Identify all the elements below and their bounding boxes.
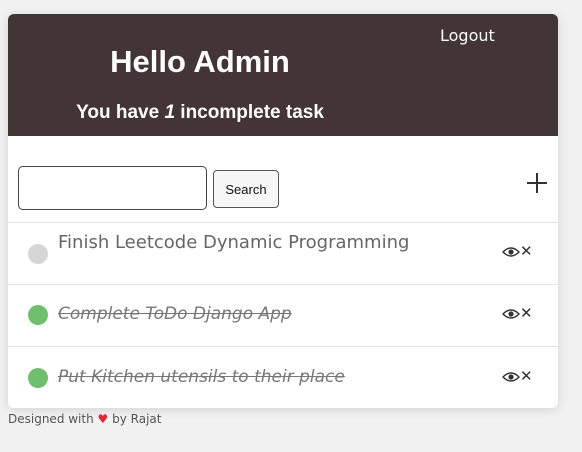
task-title: Put Kitchen utensils to their place [58,367,345,387]
task-title: Finish Leetcode Dynamic Programming [58,232,410,253]
eye-icon[interactable] [502,308,520,320]
incomplete-summary: You have 1 incomplete task [8,102,392,124]
summary-prefix: You have [76,102,160,123]
todo-card: Logout Hello Admin You have 1 incomplete… [8,14,558,408]
greeting-heading: Hello Admin [110,44,290,79]
close-icon[interactable]: ✕ [520,369,534,384]
task-row: Put Kitchen utensils to their place ✕ [8,347,558,408]
incomplete-count: 1 [164,102,176,123]
search-button[interactable]: Search [213,170,279,208]
task-row: Finish Leetcode Dynamic Programming ✕ [8,222,558,285]
heart-icon: ♥ [97,412,109,426]
header: Logout Hello Admin You have 1 incomplete… [8,14,558,136]
plus-icon[interactable] [524,170,550,196]
logout-link[interactable]: Logout [440,26,495,45]
summary-suffix: incomplete task [180,102,324,123]
eye-icon[interactable] [502,246,520,258]
status-toggle-incomplete[interactable] [28,244,48,264]
footer-prefix: Designed with [8,412,94,426]
task-title: Complete ToDo Django App [58,304,292,324]
status-toggle-complete[interactable] [28,368,48,388]
footer: Designed with ♥ by Rajat [8,412,162,426]
task-row: Complete ToDo Django App ✕ [8,284,558,347]
toolbar: Search [8,136,558,223]
search-input[interactable] [18,166,207,210]
close-icon[interactable]: ✕ [520,244,534,259]
eye-icon[interactable] [502,371,520,383]
status-toggle-complete[interactable] [28,305,48,325]
footer-suffix: by Rajat [112,412,162,426]
close-icon[interactable]: ✕ [520,306,534,321]
